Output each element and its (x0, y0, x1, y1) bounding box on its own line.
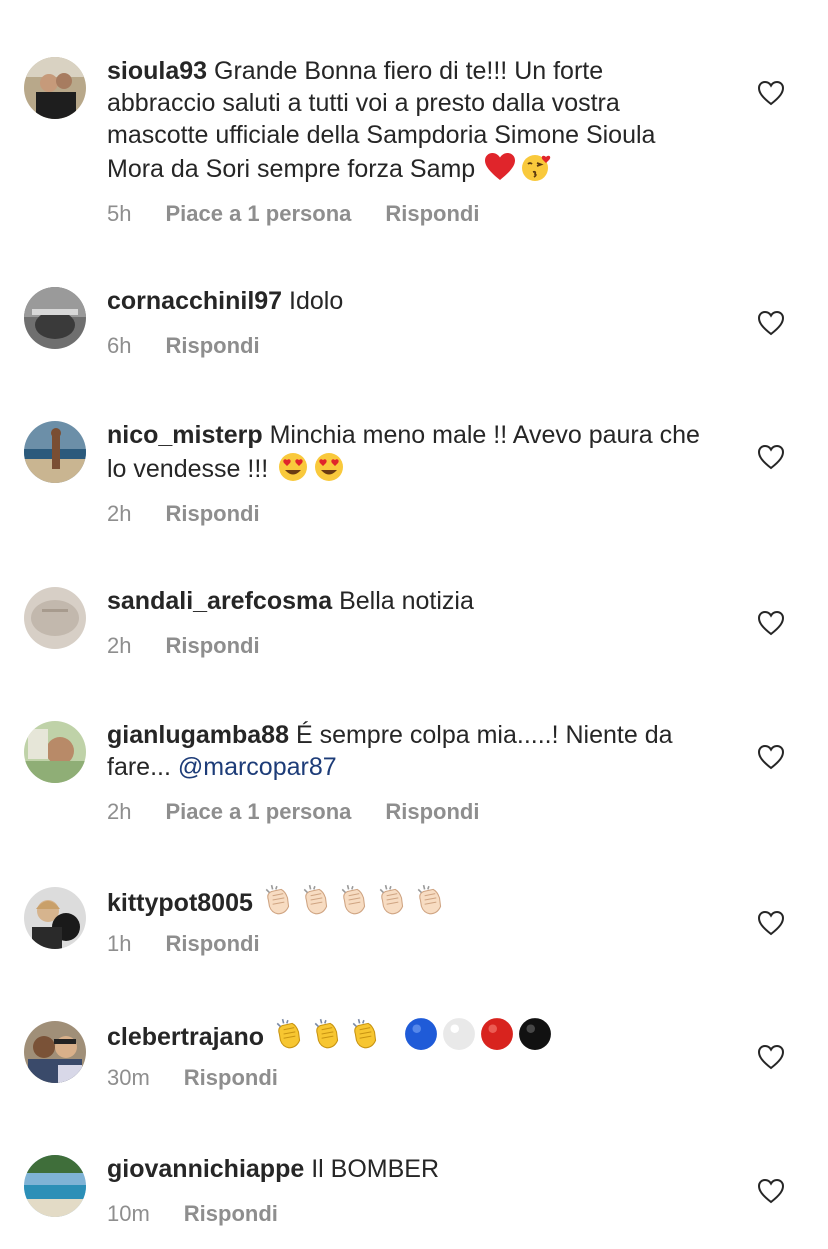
likes-count[interactable]: Piace a 1 persona (165, 201, 351, 227)
avatar[interactable] (24, 57, 86, 119)
blue-circle-icon (404, 1017, 438, 1051)
comment-meta: 30m Rispondi (107, 1063, 717, 1093)
timestamp: 10m (107, 1201, 150, 1226)
username[interactable]: kittypot8005 (107, 889, 253, 917)
black-circle-icon (518, 1017, 552, 1051)
username[interactable]: gianlugamba88 (107, 721, 289, 749)
timestamp: 6h (107, 333, 132, 358)
timestamp: 30m (107, 1065, 150, 1090)
comment-text: cornacchinil97 Idolo (107, 285, 717, 317)
comment-text: kittypot8005 (107, 883, 717, 919)
heart-outline-icon[interactable] (757, 444, 785, 470)
heart-outline-icon[interactable] (757, 1178, 785, 1204)
timestamp: 2h (107, 501, 132, 526)
clap-yellow-icon (349, 1017, 383, 1051)
timestamp: 5h (107, 201, 132, 226)
comment-body: Idolo (289, 287, 344, 315)
avatar[interactable] (24, 287, 86, 349)
avatar[interactable] (24, 421, 86, 483)
heart-eyes-face-icon (313, 451, 345, 483)
timestamp: 1h (107, 931, 132, 956)
avatar[interactable] (24, 887, 86, 949)
comment-text: sandali_arefcosma Bella notizia (107, 585, 717, 617)
username[interactable]: nico_misterp (107, 421, 263, 449)
username[interactable]: clebertrajano (107, 1023, 264, 1051)
comment-meta: 2h Rispondi (107, 499, 717, 529)
comment-text: clebertrajano (107, 1017, 717, 1053)
clap-yellow-icon (273, 1017, 307, 1051)
avatar[interactable] (24, 587, 86, 649)
heart-outline-icon[interactable] (757, 310, 785, 336)
comment-meta: 1h Rispondi (107, 929, 717, 959)
comment-meta: 6h Rispondi (107, 331, 717, 361)
heart-outline-icon[interactable] (757, 744, 785, 770)
timestamp: 2h (107, 633, 132, 658)
comment-meta: 5h Piace a 1 persona Rispondi (107, 199, 717, 229)
reply-button[interactable]: Rispondi (385, 799, 479, 825)
comment-meta: 2h Rispondi (107, 631, 717, 661)
comment-body: Bella notizia (339, 587, 474, 615)
mention-link[interactable]: @marcopar87 (178, 753, 337, 781)
reply-button[interactable]: Rispondi (165, 931, 259, 957)
avatar[interactable] (24, 1155, 86, 1217)
username[interactable]: giovannichiappe (107, 1155, 304, 1183)
heart-outline-icon[interactable] (757, 910, 785, 936)
reply-button[interactable]: Rispondi (165, 333, 259, 359)
comment-text: nico_misterp Minchia meno male !! Avevo … (107, 419, 717, 485)
reply-button[interactable]: Rispondi (385, 201, 479, 227)
reply-button[interactable]: Rispondi (165, 633, 259, 659)
avatar[interactable] (24, 1021, 86, 1083)
heart-outline-icon[interactable] (757, 80, 785, 106)
avatar[interactable] (24, 721, 86, 783)
username[interactable]: sioula93 (107, 57, 207, 85)
heart-outline-icon[interactable] (757, 610, 785, 636)
username[interactable]: sandali_arefcosma (107, 587, 332, 615)
comment-text: giovannichiappe Il BOMBER (107, 1153, 717, 1185)
likes-count[interactable]: Piace a 1 persona (165, 799, 351, 825)
username[interactable]: cornacchinil97 (107, 287, 282, 315)
reply-button[interactable]: Rispondi (165, 501, 259, 527)
white-circle-icon (442, 1017, 476, 1051)
clap-light-icon (300, 883, 334, 917)
comment-meta: 2h Piace a 1 persona Rispondi (107, 797, 717, 827)
reply-button[interactable]: Rispondi (184, 1201, 278, 1227)
comment-body: Il BOMBER (311, 1155, 440, 1183)
clap-light-icon (376, 883, 410, 917)
comment-meta: 10m Rispondi (107, 1199, 717, 1229)
clap-light-icon (338, 883, 372, 917)
clap-yellow-icon (311, 1017, 345, 1051)
clap-light-icon (414, 883, 448, 917)
heart-outline-icon[interactable] (757, 1044, 785, 1070)
comment-text: gianlugamba88 É sempre colpa mia.....! N… (107, 719, 717, 783)
red-circle-icon (480, 1017, 514, 1051)
face-blowing-kiss-icon (520, 151, 552, 183)
reply-button[interactable]: Rispondi (184, 1065, 278, 1091)
timestamp: 2h (107, 799, 132, 824)
red-heart-icon (484, 151, 516, 183)
clap-light-icon (262, 883, 296, 917)
comment-text: sioula93 Grande Bonna fiero di te!!! Un … (107, 55, 717, 185)
heart-eyes-face-icon (277, 451, 309, 483)
